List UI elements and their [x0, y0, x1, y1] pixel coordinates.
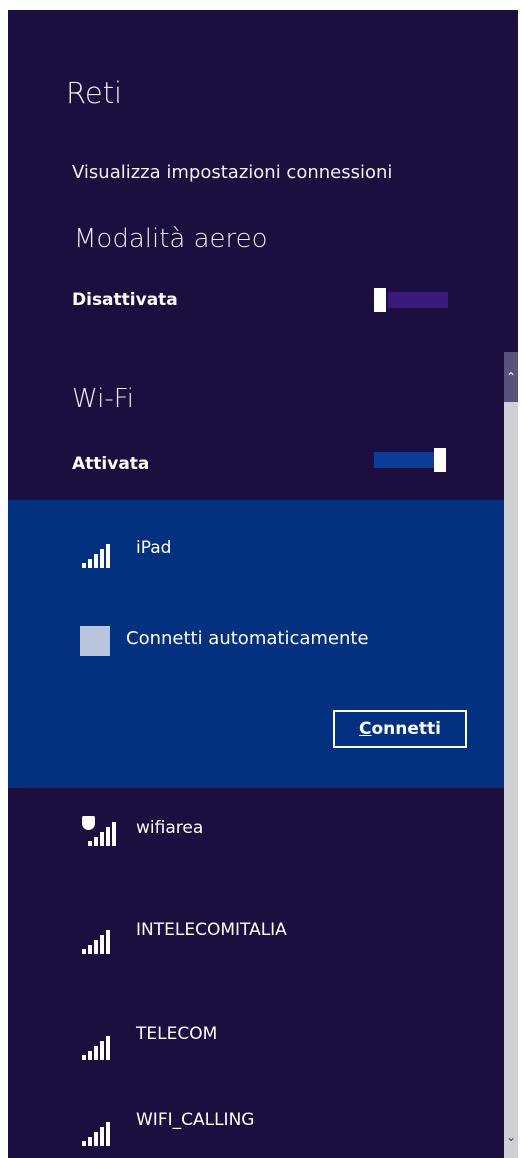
- network-item[interactable]: INTELECOMITALIA: [8, 898, 504, 968]
- auto-connect-checkbox[interactable]: [80, 626, 110, 656]
- toggle-track: [388, 292, 448, 308]
- network-item[interactable]: wifiarea: [8, 800, 504, 870]
- page-title: Reti: [66, 76, 123, 110]
- airplane-mode-toggle[interactable]: [374, 288, 448, 312]
- network-item[interactable]: WIFI_CALLING: [8, 1078, 504, 1148]
- connect-button-mnemonic: C: [359, 719, 372, 739]
- scrollbar[interactable]: ⌃ ⌄: [504, 352, 518, 1158]
- network-name: TELECOM: [136, 1024, 218, 1044]
- wifi-signal-icon: [82, 1036, 116, 1060]
- network-name: wifiarea: [136, 818, 204, 838]
- toggle-thumb: [434, 448, 446, 472]
- toggle-thumb: [374, 288, 386, 312]
- wifi-signal-icon: [88, 822, 122, 846]
- wifi-title: Wi-Fi: [72, 384, 135, 414]
- wifi-signal-icon: [82, 544, 116, 568]
- connect-button[interactable]: Connetti: [333, 710, 467, 748]
- network-item[interactable]: TELECOM: [8, 1000, 504, 1070]
- view-connection-settings-link[interactable]: Visualizza impostazioni connessioni: [72, 162, 392, 183]
- wifi-signal-icon: [82, 930, 116, 954]
- wifi-toggle[interactable]: [374, 448, 448, 472]
- network-name: WIFI_CALLING: [136, 1110, 255, 1130]
- network-name: INTELECOMITALIA: [136, 920, 287, 940]
- toggle-track: [374, 452, 434, 468]
- auto-connect-label: Connetti automaticamente: [126, 628, 369, 649]
- networks-panel: Reti Visualizza impostazioni connessioni…: [8, 10, 518, 1158]
- connect-button-label: onnetti: [371, 719, 441, 739]
- wifi-state: Attivata: [72, 454, 150, 474]
- airplane-mode-title: Modalità aereo: [74, 224, 268, 254]
- chevron-up-icon[interactable]: ⌃: [504, 352, 518, 402]
- chevron-down-icon[interactable]: ⌄: [504, 1130, 518, 1158]
- network-name: iPad: [136, 538, 172, 558]
- wifi-signal-icon: [82, 1122, 116, 1146]
- airplane-mode-state: Disattivata: [72, 290, 178, 310]
